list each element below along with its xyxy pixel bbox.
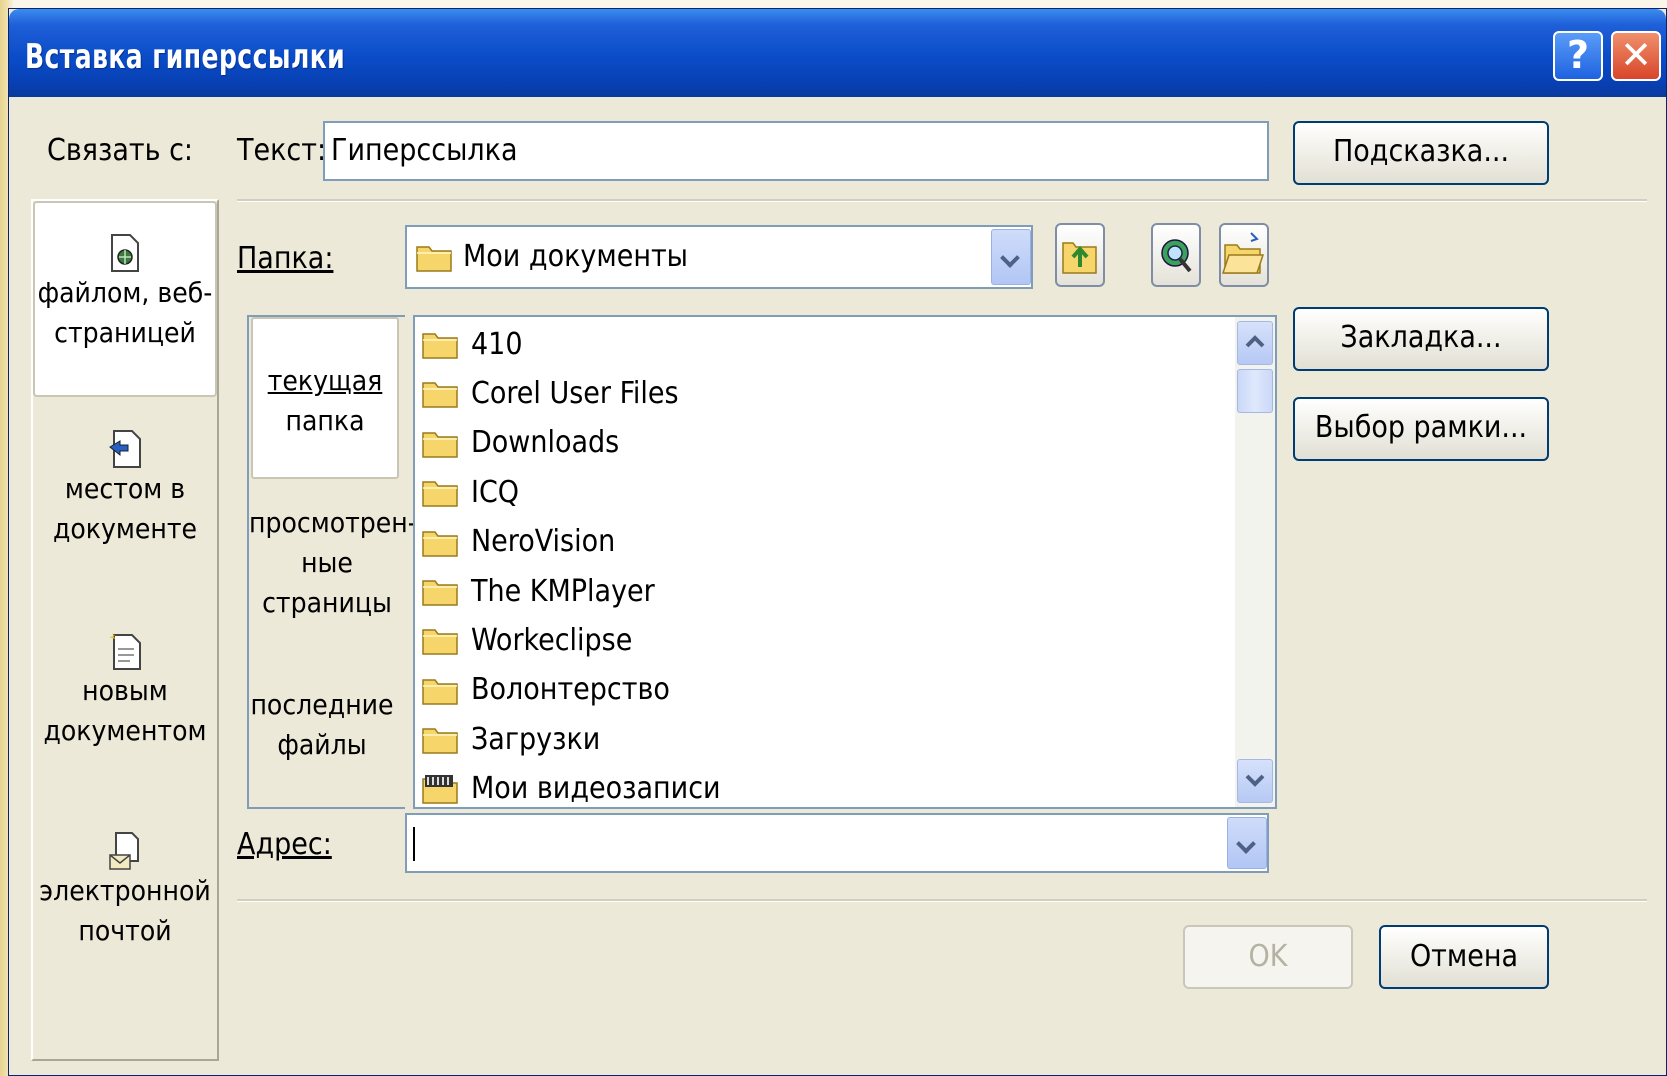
browse-web-icon	[1161, 239, 1192, 273]
chevron-up-icon	[1245, 335, 1265, 348]
place-recent-line1: последние	[250, 688, 394, 721]
list-item[interactable]: Мои видеозаписи	[421, 766, 721, 812]
help-button[interactable]: ?	[1553, 31, 1603, 81]
file-name: Corel User Files	[471, 375, 679, 411]
place-current-line1: текущая	[267, 364, 383, 397]
folder-icon	[422, 481, 458, 507]
folder-icon	[422, 679, 458, 705]
ok-button[interactable]: OK	[1183, 925, 1353, 989]
link-to-file-line1: файлом, веб-	[37, 276, 213, 309]
bookmark-button[interactable]: Закладка...	[1293, 307, 1549, 371]
text-to-display-input[interactable]: Гиперссылка	[323, 121, 1269, 181]
scroll-up-button[interactable]	[1237, 321, 1273, 365]
link-to-panel: файлом, веб- страницей местом в документ…	[31, 199, 219, 1061]
link-to-email-line1: электронной	[39, 874, 211, 907]
link-to-place-line1: местом в	[64, 472, 186, 505]
browse-web-button[interactable]	[1151, 223, 1201, 287]
list-item[interactable]: The KMPlayer	[421, 568, 655, 614]
text-caret	[413, 827, 415, 861]
link-to-new-document[interactable]: новым документом	[33, 631, 217, 791]
screen-tip-button[interactable]: Подсказка...	[1293, 121, 1549, 185]
list-item[interactable]: Downloads	[421, 420, 619, 466]
folder-icon	[416, 246, 452, 272]
link-to-new-line1: новым	[82, 674, 168, 707]
chevron-down-icon	[1245, 774, 1265, 787]
folder-up-icon	[1062, 242, 1097, 274]
list-item[interactable]: Загрузки	[421, 716, 600, 762]
file-list[interactable]: 410 Corel User Files Downloads ICQ NeroVisio…	[413, 315, 1277, 809]
folder-icon	[422, 728, 458, 754]
file-name: Downloads	[471, 425, 620, 461]
link-to-email-line2: почтой	[78, 914, 172, 947]
dialog-title: Вставка гиперссылки	[25, 37, 346, 77]
list-item[interactable]: Corel User Files	[421, 370, 679, 416]
list-item[interactable]: 410	[421, 321, 523, 367]
list-item[interactable]: Workeclipse	[421, 617, 632, 663]
target-frame-button[interactable]: Выбор рамки...	[1293, 397, 1549, 461]
scroll-down-button[interactable]	[1237, 759, 1273, 803]
place-browsed-line1: просмотрен-	[249, 506, 417, 539]
chevron-down-icon[interactable]	[1227, 817, 1267, 869]
address-input[interactable]	[405, 813, 1269, 873]
link-to-label: Связать с:	[47, 133, 194, 168]
link-to-new-line2: документом	[43, 714, 207, 747]
file-name: NeroVision	[471, 524, 616, 560]
file-name: 410	[471, 326, 523, 362]
folder-label: Папка:	[237, 241, 334, 276]
list-item[interactable]: NeroVision	[421, 519, 615, 565]
folder-dropdown[interactable]: Мои документы	[405, 225, 1033, 289]
chevron-down-icon[interactable]	[991, 229, 1031, 285]
address-label: Адрес:	[237, 827, 332, 862]
place-current-folder[interactable]: текущая папка	[251, 317, 399, 479]
file-name: Мои видеозаписи	[471, 771, 721, 807]
folder-icon	[422, 432, 458, 458]
place-in-document-icon	[109, 430, 141, 468]
place-recent-line2: файлы	[277, 728, 367, 761]
text-to-display-value: Гиперссылка	[331, 133, 518, 168]
places-bar: текущая папка просмотрен- ные страницы п…	[247, 315, 417, 809]
place-recent-files[interactable]: последние файлы	[249, 685, 395, 765]
file-name: Workeclipse	[471, 622, 633, 658]
title-bar: Вставка гиперссылки ? ✕	[9, 9, 1666, 97]
separator	[237, 199, 1647, 202]
place-browsed-line3: страницы	[262, 586, 392, 619]
file-list-scrollbar[interactable]	[1235, 317, 1275, 807]
insert-hyperlink-dialog: Вставка гиперссылки ? ✕ Связать с: файло…	[8, 8, 1667, 1076]
file-name: Волонтерство	[471, 672, 670, 708]
place-browsed-pages[interactable]: просмотрен- ные страницы	[249, 503, 417, 623]
separator	[237, 899, 1647, 902]
new-document-icon	[109, 633, 141, 670]
file-name: Загрузки	[471, 721, 601, 757]
email-icon	[109, 832, 139, 870]
place-browsed-line2: ные	[301, 546, 353, 579]
folder-value: Мои документы	[463, 239, 688, 274]
list-item[interactable]: ICQ	[421, 469, 519, 515]
file-name: The KMPlayer	[471, 573, 655, 609]
list-item[interactable]: Волонтерство	[421, 667, 670, 713]
up-one-folder-button[interactable]	[1055, 223, 1105, 287]
folder-icon	[422, 530, 458, 557]
folder-icon	[422, 382, 458, 409]
file-web-icon	[111, 234, 139, 272]
link-to-place-line2: документе	[52, 512, 198, 545]
place-current-line2: папка	[285, 404, 365, 437]
close-button[interactable]: ✕	[1611, 31, 1661, 81]
link-to-email[interactable]: электронной почтой	[33, 831, 217, 991]
link-to-file-web-page[interactable]: файлом, веб- страницей	[33, 201, 217, 397]
scroll-thumb[interactable]	[1237, 369, 1273, 413]
cancel-button[interactable]: Отмена	[1379, 925, 1549, 989]
folder-icon	[422, 580, 458, 606]
file-name: ICQ	[471, 474, 520, 510]
open-folder-icon	[1221, 232, 1265, 274]
browse-file-button[interactable]	[1219, 223, 1269, 287]
link-to-place-in-document[interactable]: местом в документе	[33, 429, 217, 589]
folder-icon	[422, 333, 458, 359]
link-to-file-line2: страницей	[54, 316, 196, 349]
text-label: Текст:	[237, 133, 327, 168]
video-folder-icon	[422, 774, 458, 804]
folder-icon	[422, 629, 458, 656]
